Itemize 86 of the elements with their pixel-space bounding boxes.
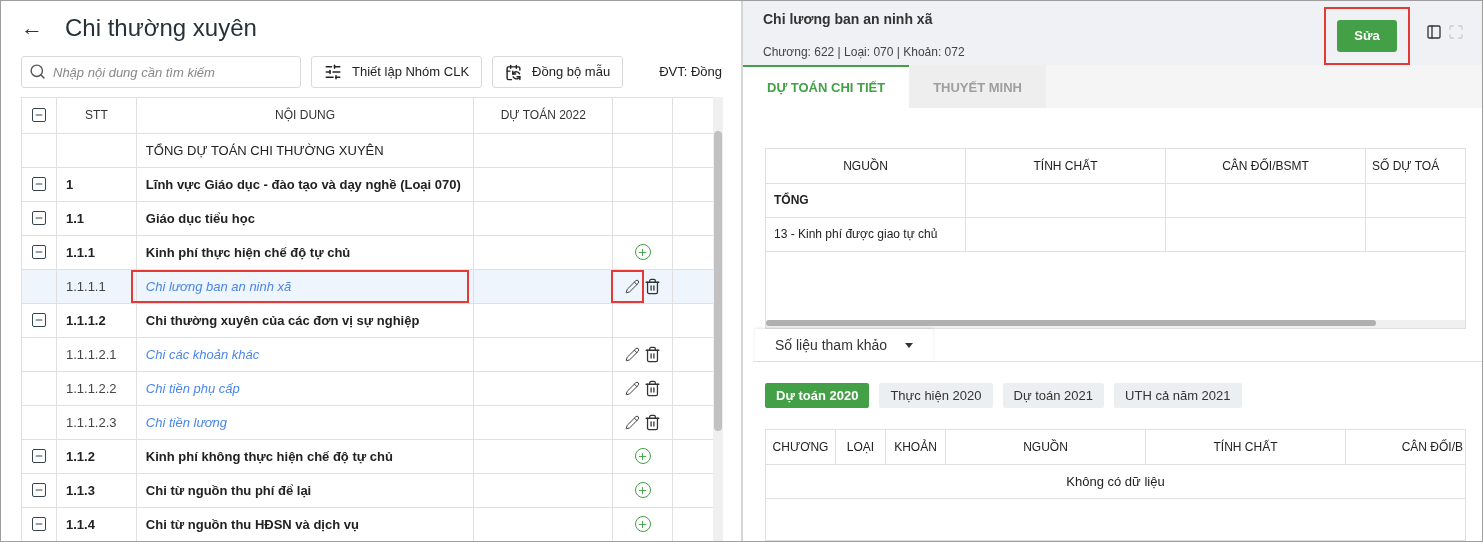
- collapse-icon[interactable]: [31, 108, 46, 123]
- row-number: 1.1.1.2.2: [65, 379, 117, 398]
- delete-icon[interactable]: [643, 277, 661, 295]
- row-number: 1.1.4: [65, 515, 95, 534]
- collapse-icon[interactable]: [31, 211, 46, 226]
- filter-chip[interactable]: Thực hiện 2020: [879, 383, 993, 409]
- table-row[interactable]: TỔNG DỰ TOÁN CHI THƯỜNG XUYÊN: [22, 133, 713, 168]
- column-header: KHOẢN: [894, 438, 937, 457]
- row-content: Kinh phí thực hiện chế độ tự chủ: [145, 243, 351, 262]
- toolbar-button[interactable]: Đồng bộ mẫu: [492, 56, 624, 89]
- collapse-icon[interactable]: [31, 517, 46, 532]
- column-header: DỰ TOÁN 2022: [500, 106, 586, 125]
- edit-icon[interactable]: [624, 346, 640, 362]
- collapse-icon[interactable]: [31, 313, 46, 328]
- collapse-icon[interactable]: [31, 177, 46, 192]
- row-content: Kinh phí không thực hiện chế độ tự chủ: [145, 447, 393, 466]
- table-row[interactable]: 1.1.1.2.3 Chi tiền lương: [22, 405, 713, 440]
- row-content: TỔNG DỰ TOÁN CHI THƯỜNG XUYÊN: [145, 141, 384, 160]
- row-content: Lĩnh vực Giáo dục - đào tạo và dạy nghề (Loại 070): [145, 175, 461, 194]
- row-number: 1.1.2: [65, 447, 95, 466]
- column-header: NGUỒN: [1023, 438, 1068, 457]
- empty-message: Không có dữ liệu: [1066, 473, 1165, 491]
- column-header: CÂN ĐỐI/B: [1401, 438, 1463, 457]
- scrollbar[interactable]: [714, 130, 722, 431]
- edit-icon[interactable]: [624, 414, 640, 430]
- panel-icon[interactable]: [1426, 24, 1442, 40]
- row-number: 1.1.1.2.1: [65, 345, 117, 364]
- highlight-frame: [611, 269, 645, 303]
- detail-subtitle: Chương: 622 | Loại: 070 | Khoản: 072: [763, 44, 965, 61]
- row-content: Chi tiền lương: [145, 413, 227, 432]
- search-field[interactable]: Nhập nội dung cần tìm kiếm: [21, 56, 301, 89]
- table-row[interactable]: 1.1.1 Kinh phí thực hiện chế độ tự chủ: [22, 235, 713, 270]
- toolbar-button[interactable]: Thiết lập Nhóm CLK: [311, 56, 483, 89]
- edit-icon[interactable]: [624, 278, 640, 294]
- column-header: STT: [85, 107, 108, 125]
- reference-dropdown[interactable]: Số liệu tham khảo: [755, 329, 934, 362]
- caret-icon: [905, 342, 914, 348]
- row-number: 1.1.1.2.3: [65, 413, 117, 432]
- table-row[interactable]: 1.1.1.2.2 Chi tiền phụ cấp: [22, 371, 713, 406]
- filter-chip[interactable]: UTH cả năm 2021: [1114, 383, 1242, 409]
- row-number: 1: [65, 175, 74, 194]
- scrollbar[interactable]: [766, 320, 1376, 327]
- row-content: Chi từ nguồn thu HĐSN và dịch vụ: [145, 515, 359, 534]
- sync-icon: [505, 63, 523, 81]
- column-header: LOẠI: [846, 439, 875, 457]
- row-content: Chi từ nguồn thu phí để lại: [145, 481, 312, 500]
- delete-icon[interactable]: [643, 345, 661, 363]
- collapse-icon[interactable]: [31, 483, 46, 498]
- search-icon: [29, 63, 46, 81]
- row-content: Chi tiền phụ cấp: [145, 379, 240, 398]
- column-header: NỘI DUNG: [275, 106, 336, 125]
- table-row[interactable]: 1.1.1.2.1 Chi các khoản khác: [22, 337, 713, 372]
- delete-icon[interactable]: [643, 413, 661, 431]
- table-cell: TỔNG: [774, 191, 809, 210]
- page-title: Chi thường xuyên: [65, 12, 257, 43]
- edit-icon[interactable]: [624, 380, 640, 396]
- table-row[interactable]: 1 Lĩnh vực Giáo dục - đào tạo và dạy nghề (Loại 070): [22, 167, 713, 202]
- row-content: Giáo dục tiểu học: [145, 209, 255, 228]
- column-header: NGUỒN: [843, 157, 888, 175]
- collapse-icon[interactable]: [31, 245, 46, 260]
- table-row[interactable]: 1.1 Giáo dục tiểu học: [22, 201, 713, 236]
- table-row[interactable]: 1.1.1.1 Chi lương ban an ninh xã: [22, 269, 713, 304]
- row-number: 1.1: [65, 209, 85, 228]
- row-number: 1.1.1.1: [65, 277, 106, 296]
- column-header: SỐ DỰ TOÁ: [1372, 157, 1440, 175]
- delete-icon[interactable]: [643, 379, 661, 397]
- row-number: 1.1.3: [65, 481, 95, 500]
- collapse-icon[interactable]: [31, 449, 46, 464]
- column-header: CHƯƠNG: [772, 439, 829, 457]
- row-number: 1.1.1: [65, 243, 95, 262]
- filter-chip[interactable]: Dự toán 2021: [1002, 383, 1105, 409]
- table-row[interactable]: 1.1.1.2 Chi thường xuyên của các đơn vị sự nghiệp: [22, 303, 713, 338]
- row-content: Chi thường xuyên của các đơn vị sự nghiệp: [145, 311, 420, 330]
- table-cell-text: 13 - Kinh phí được giao tự chủ: [774, 226, 938, 244]
- row-number: 1.1.1.2: [65, 311, 106, 330]
- detail-title: Chi lương ban an ninh xã: [763, 10, 934, 29]
- column-header: TÍNH CHẤT: [1213, 438, 1278, 457]
- back-button[interactable]: ←: [21, 11, 43, 45]
- column-header: TÍNH CHẤT: [1033, 157, 1098, 175]
- row-content: Chi lương ban an ninh xã: [145, 277, 292, 296]
- row-content: Chi các khoản khác: [145, 345, 260, 364]
- sliders-icon: [324, 63, 342, 82]
- unit-label: ĐVT: Đồng: [659, 63, 722, 82]
- table-row[interactable]: 1.1.2 Kinh phí không thực hiện chế độ tự chủ: [22, 439, 713, 474]
- column-header: CÂN ĐỐI/BSMT: [1222, 157, 1309, 175]
- table-row[interactable]: 1.1.3 Chi từ nguồn thu phí để lại: [22, 473, 713, 508]
